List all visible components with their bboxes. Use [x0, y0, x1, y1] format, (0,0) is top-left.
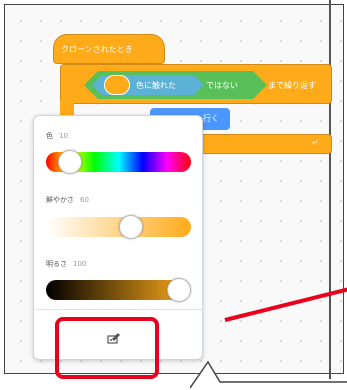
hue-label-row: 色 10 [46, 131, 68, 141]
touching-color-swatch[interactable] [104, 75, 130, 95]
hue-label: 色 [46, 132, 53, 140]
hue-slider-knob[interactable] [58, 150, 83, 174]
annotation-highlight-box [55, 317, 159, 379]
brightness-slider-knob[interactable] [167, 278, 191, 302]
hat-block-label: クローンされたとき [61, 45, 133, 54]
hue-value: 10 [59, 132, 68, 140]
saturation-value: 60 [80, 196, 89, 204]
brightness-value: 100 [73, 260, 87, 268]
loop-arrow-icon: ⤶ [312, 137, 318, 148]
brightness-label-row: 明るさ 100 [46, 259, 86, 269]
stage-divider [329, 0, 331, 379]
motion-block-label: 行く [203, 114, 219, 123]
brightness-label: 明るさ [46, 260, 67, 268]
saturation-label-row: 鮮やかさ 60 [46, 195, 89, 205]
not-operator-label: ではない [206, 81, 238, 90]
callout-bubble [190, 360, 347, 389]
touching-color-label: 色に触れた [136, 81, 176, 90]
repeat-until-label: まで繰り返す [268, 81, 316, 90]
popup-divider [33, 309, 203, 310]
saturation-label: 鮮やかさ [46, 196, 74, 204]
saturation-slider-knob[interactable] [118, 215, 143, 239]
